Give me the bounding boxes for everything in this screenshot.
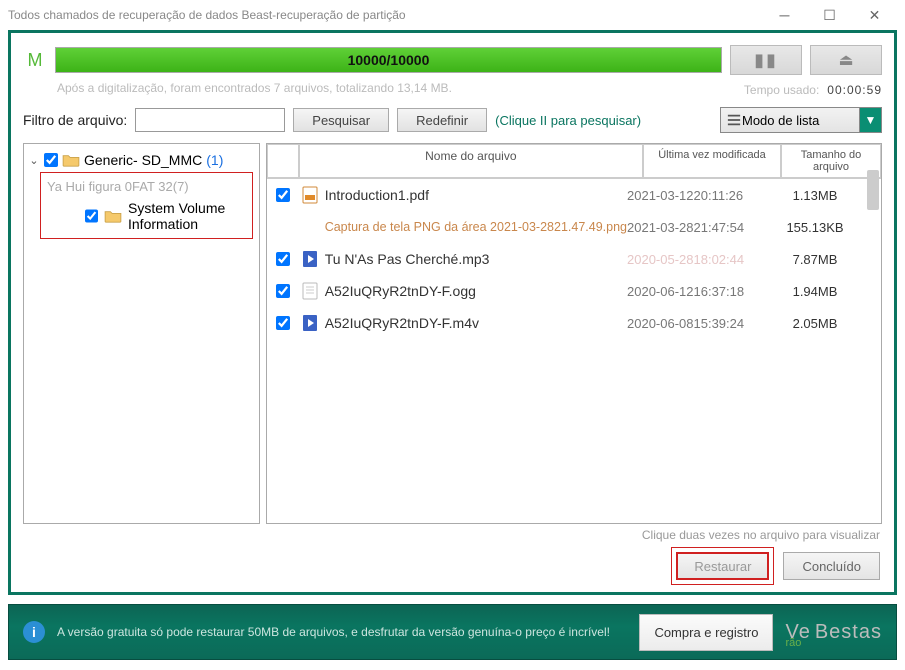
file-size: 155.13KB [765, 220, 865, 235]
pause-icon: ▮▮ [754, 50, 778, 71]
file-modified: 2021-03-2821:47:54 [627, 220, 765, 235]
minimize-button[interactable]: ─ [762, 0, 807, 30]
file-modified: 2020-05-2818:02:44 [627, 252, 765, 267]
file-modified: 2020-06-0815:39:24 [627, 316, 765, 331]
tree-root-count: (1) [206, 152, 223, 168]
tree-root-label: Generic- SD_MMC [84, 152, 202, 168]
pause-button[interactable]: ▮▮ [730, 45, 802, 75]
tree-root-checkbox[interactable] [44, 153, 58, 167]
col-size[interactable]: Tamanho do arquivo [781, 144, 881, 178]
file-row[interactable]: Introduction1.pdf2021-03-1220:11:261.13M… [267, 179, 881, 211]
file-size: 1.94MB [765, 284, 865, 299]
time-value: 00:00:59 [827, 83, 882, 97]
file-checkbox[interactable] [276, 252, 290, 266]
list-header: Nome do arquivo Última vez modificada Ta… [267, 144, 881, 179]
filter-label: Filtro de arquivo: [23, 112, 127, 128]
reset-button[interactable]: Redefinir [397, 108, 487, 132]
stop-button[interactable]: ⏏ [810, 45, 882, 75]
file-row[interactable]: Captura de tela PNG da área 2021-03-2821… [267, 211, 881, 243]
col-modified[interactable]: Última vez modificada [643, 144, 781, 178]
file-modified: 2021-03-1220:11:26 [627, 188, 765, 203]
file-row[interactable]: A52IuQRyR2tnDY-F.ogg2020-06-1216:37:181.… [267, 275, 881, 307]
progress-bar: 10000/10000 [55, 47, 722, 73]
info-icon: i [23, 621, 45, 643]
file-row[interactable]: A52IuQRyR2tnDY-F.m4v2020-06-0815:39:242.… [267, 307, 881, 339]
file-size: 7.87MB [765, 252, 865, 267]
filter-tip: (Clique II para pesquisar) [495, 113, 641, 128]
file-row[interactable]: Tu N'As Pas Cherché.mp32020-05-2818:02:4… [267, 243, 881, 275]
magnet-icon: ⏏ [838, 50, 853, 70]
file-checkbox[interactable] [276, 284, 290, 298]
list-body[interactable]: Introduction1.pdf2021-03-1220:11:261.13M… [267, 179, 881, 523]
col-checkbox[interactable] [267, 144, 299, 178]
window-title: Todos chamados de recuperação de dados B… [8, 8, 762, 22]
tree-subfolder-label: System Volume Information [128, 200, 252, 232]
maximize-button[interactable]: ☐ [807, 0, 852, 30]
chevron-down-icon[interactable]: ⌄ [28, 154, 40, 167]
file-list: Nome do arquivo Última vez modificada Ta… [266, 143, 882, 524]
tree-partition-label[interactable]: Ya Hui figura 0FAT 32(7) [41, 175, 252, 198]
done-button[interactable]: Concluído [783, 552, 880, 580]
file-checkbox-cell [267, 188, 299, 202]
col-name[interactable]: Nome do arquivo [299, 144, 643, 178]
file-name: A52IuQRyR2tnDY-F.ogg [321, 283, 627, 299]
file-type-icon [299, 314, 321, 332]
folder-open-icon [104, 209, 122, 223]
file-size: 2.05MB [765, 316, 865, 331]
file-type-icon [299, 282, 321, 300]
action-row: Restaurar Concluído [23, 542, 882, 580]
tree-highlight-box: Ya Hui figura 0FAT 32(7) System Volume I… [40, 172, 253, 239]
file-name: Introduction1.pdf [321, 187, 627, 203]
file-type-icon [299, 250, 321, 268]
file-checkbox-cell [267, 252, 299, 266]
file-checkbox[interactable] [276, 316, 290, 330]
file-name: A52IuQRyR2tnDY-F.m4v [321, 315, 627, 331]
progress-text: 10000/10000 [56, 48, 721, 72]
progress-row: M 10000/10000 ▮▮ ⏏ [23, 45, 882, 75]
time-label: Tempo usado: [744, 83, 819, 97]
folder-tree[interactable]: ⌄ Generic- SD_MMC (1) Ya Hui figura 0FAT… [23, 143, 260, 524]
tree-subfolder[interactable]: System Volume Information [41, 198, 252, 234]
logo-part2: Bestas [815, 621, 882, 644]
close-button[interactable]: ✕ [852, 0, 897, 30]
title-bar: Todos chamados de recuperação de dados B… [0, 0, 905, 30]
tree-root[interactable]: ⌄ Generic- SD_MMC (1) [26, 150, 257, 170]
preview-hint: Clique duas vezes no arquivo para visual… [23, 524, 882, 542]
restore-button[interactable]: Restaurar [676, 552, 769, 580]
footer-bar: i A versão gratuita só pode restaurar 50… [8, 604, 897, 660]
scrollbar-thumb[interactable] [867, 170, 879, 210]
file-checkbox-cell [267, 316, 299, 330]
filter-input[interactable] [135, 108, 285, 132]
brand-logo: Ve rão Bestas [785, 621, 882, 644]
search-button[interactable]: Pesquisar [293, 108, 389, 132]
filter-row: Filtro de arquivo: Pesquisar Redefinir (… [23, 107, 882, 133]
view-mode-select[interactable]: Modo de lista [720, 107, 860, 133]
file-checkbox[interactable] [276, 188, 290, 202]
tree-subfolder-checkbox[interactable] [85, 209, 98, 223]
view-mode-dropdown-arrow[interactable]: ▼ [860, 107, 882, 133]
view-mode-label: Modo de lista [742, 113, 819, 128]
file-name: Captura de tela PNG da área 2021-03-2821… [321, 220, 627, 234]
main-frame: M 10000/10000 ▮▮ ⏏ Após a digitalização,… [8, 30, 897, 595]
logo-part1: Ve rão [785, 621, 810, 644]
footer-message: A versão gratuita só pode restaurar 50MB… [57, 625, 627, 639]
buy-register-button[interactable]: Compra e registro [639, 614, 773, 651]
list-icon [727, 113, 741, 127]
file-type-icon [299, 186, 321, 204]
file-name: Tu N'As Pas Cherché.mp3 [321, 251, 627, 267]
file-checkbox-cell [267, 284, 299, 298]
drive-letter: M [23, 50, 47, 71]
file-modified: 2020-06-1216:37:18 [627, 284, 765, 299]
time-row: Tempo usado: 00:00:59 [23, 83, 882, 97]
file-size: 1.13MB [765, 188, 865, 203]
folder-open-icon [62, 153, 80, 167]
